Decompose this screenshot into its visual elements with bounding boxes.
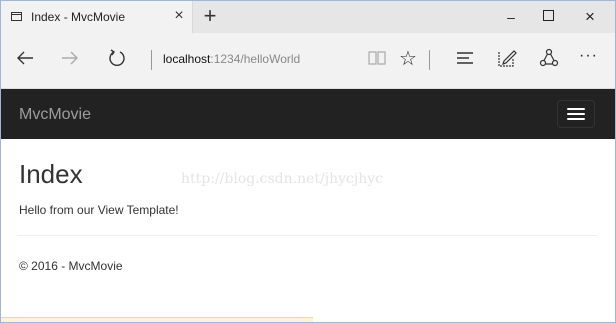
tab-strip: Index - MvcMovie × + – ×: [1, 1, 615, 33]
page-icon: [11, 12, 22, 21]
page-message: Hello from our View Template!: [19, 203, 179, 217]
page-title: Index: [19, 159, 83, 189]
minimize-button[interactable]: –: [496, 5, 526, 29]
tab-close-button[interactable]: ×: [169, 6, 189, 26]
hub-icon: [457, 52, 473, 64]
site-brand-link[interactable]: MvcMovie: [19, 106, 91, 124]
address-separator: [151, 50, 152, 70]
maximize-icon: [542, 10, 554, 22]
refresh-icon: [109, 49, 125, 67]
site-navbar: MvcMovie: [1, 89, 615, 139]
hamburger-bar: [567, 118, 585, 120]
web-note-icon: [498, 50, 517, 67]
back-icon: [17, 51, 33, 65]
refresh-button[interactable]: [105, 47, 129, 71]
maximize-button[interactable]: [533, 5, 563, 29]
address-host: localhost: [163, 52, 211, 66]
navbar-toggle-button[interactable]: [557, 100, 595, 128]
new-tab-button[interactable]: +: [198, 4, 222, 28]
page-content: MvcMovie Index http://blog.csdn.net/jhyc…: [1, 89, 615, 322]
hub-button[interactable]: [455, 49, 475, 72]
browser-tab[interactable]: Index - MvcMovie ×: [1, 1, 193, 33]
status-strip: [1, 317, 313, 322]
back-button[interactable]: [13, 47, 37, 71]
share-icon: [539, 48, 559, 67]
address-path: :1234/helloWorld: [210, 52, 301, 66]
toolbar-separator: [429, 50, 430, 70]
hamburger-icon: [567, 108, 585, 110]
favorite-button[interactable]: ☆: [399, 46, 417, 71]
reading-view-icon: [368, 51, 386, 65]
forward-button[interactable]: [58, 47, 82, 71]
page-footer: © 2016 - MvcMovie: [19, 259, 123, 273]
share-button[interactable]: [539, 48, 559, 73]
reading-view-button[interactable]: [367, 49, 387, 72]
address-bar[interactable]: localhost:1234/helloWorld: [163, 52, 300, 66]
hamburger-bar: [567, 113, 585, 115]
divider: [17, 235, 597, 236]
watermark: http://blog.csdn.net/jhycjhyc: [181, 171, 383, 187]
tab-title: Index - MvcMovie: [31, 10, 126, 24]
web-note-button[interactable]: [497, 48, 517, 73]
close-window-button[interactable]: ×: [575, 5, 605, 29]
forward-icon: [62, 51, 78, 65]
more-button[interactable]: ···: [579, 47, 598, 65]
browser-window: Index - MvcMovie × + – × localhost:1234/…: [0, 0, 616, 323]
browser-toolbar: localhost:1234/helloWorld ☆ ···: [1, 33, 615, 89]
